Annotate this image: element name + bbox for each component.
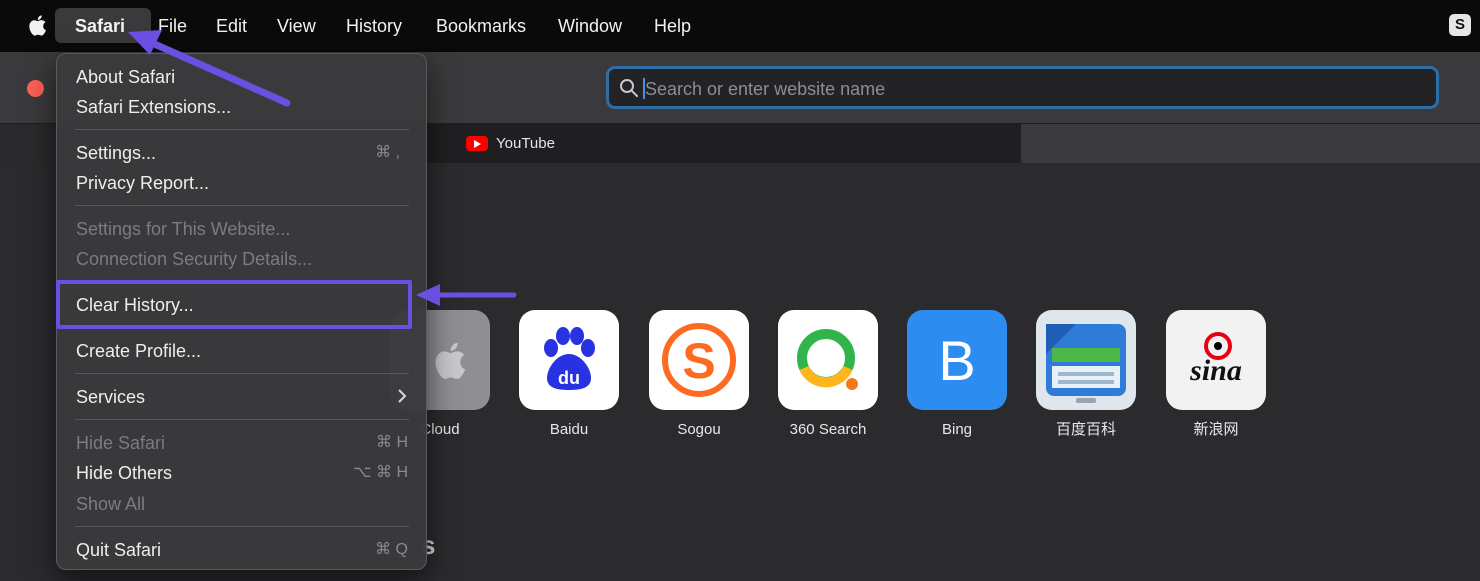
menu-item-safari-extensions[interactable]: Safari Extensions... xyxy=(76,96,231,118)
status-s-icon[interactable]: S xyxy=(1449,14,1471,36)
menu-help[interactable]: Help xyxy=(654,14,691,38)
menu-separator xyxy=(75,373,409,374)
favorite-baidu-icon[interactable]: du xyxy=(519,310,619,410)
shortcut-quit-safari: ⌘ Q xyxy=(375,541,408,558)
safari-window: Safari File Edit View History Bookmarks … xyxy=(0,0,1480,581)
svg-text:du: du xyxy=(558,368,580,388)
favorite-label: Sogou xyxy=(677,421,721,438)
menu-separator xyxy=(75,526,409,527)
favorite-label: 百度百科 xyxy=(1055,421,1116,438)
menu-item-settings[interactable]: Settings... xyxy=(76,142,156,164)
chevron-right-icon xyxy=(398,389,407,403)
menu-item-privacy-report[interactable]: Privacy Report... xyxy=(76,172,209,194)
address-bar[interactable]: Search or enter website name xyxy=(606,66,1439,109)
favorite-label: 新浪网 xyxy=(1193,421,1239,438)
menu-safari[interactable]: Safari xyxy=(75,14,125,38)
tab-youtube-label: YouTube xyxy=(496,135,555,152)
favorite-label: Bing xyxy=(941,421,973,438)
apple-logo-icon[interactable] xyxy=(24,11,52,39)
tab-bar-empty-area[interactable] xyxy=(1021,124,1480,163)
menu-item-services[interactable]: Services xyxy=(76,386,145,408)
menu-separator xyxy=(75,205,409,206)
menu-item-quit-safari[interactable]: Quit Safari xyxy=(76,539,161,561)
youtube-icon xyxy=(466,136,488,151)
shortcut-settings: ⌘ , xyxy=(375,144,400,161)
menu-separator xyxy=(75,419,409,420)
menu-file[interactable]: File xyxy=(158,14,187,38)
menu-bar: Safari File Edit View History Bookmarks … xyxy=(0,0,1480,52)
favorite-sina-icon[interactable]: sina xyxy=(1166,310,1266,410)
menu-item-show-all: Show All xyxy=(76,494,146,514)
favorite-label: Baidu xyxy=(549,421,589,438)
close-window-button[interactable] xyxy=(27,80,44,97)
menu-window[interactable]: Window xyxy=(558,14,622,38)
shortcut-hide-safari: ⌘ H xyxy=(376,434,408,451)
favorite-360-search-icon[interactable] xyxy=(778,310,878,410)
menu-bookmarks[interactable]: Bookmarks xyxy=(436,14,526,38)
menu-history[interactable]: History xyxy=(346,14,402,38)
shortcut-hide-others: ⌥ ⌘ H xyxy=(353,464,408,481)
favorite-baidu-baike-icon[interactable] xyxy=(1036,310,1136,410)
menu-item-hide-safari: Hide Safari xyxy=(76,433,166,453)
menu-item-hide-others[interactable]: Hide Others xyxy=(76,462,172,484)
menu-item-settings-for-website: Settings for This Website... xyxy=(76,219,291,239)
menu-separator xyxy=(75,129,409,130)
search-icon xyxy=(620,79,638,97)
favorite-label: 360 Search xyxy=(789,421,867,438)
svg-text:sina: sina xyxy=(1189,354,1242,387)
menu-view[interactable]: View xyxy=(277,14,316,38)
svg-text:B: B xyxy=(938,329,975,392)
favorite-sogou-icon[interactable]: S xyxy=(649,310,749,410)
menu-item-about-safari[interactable]: About Safari xyxy=(76,66,175,88)
menu-item-connection-security: Connection Security Details... xyxy=(76,249,313,269)
favorite-bing-icon[interactable]: B xyxy=(907,310,1007,410)
search-placeholder: Search or enter website name xyxy=(645,79,886,99)
svg-text:S: S xyxy=(682,333,715,389)
clear-history-highlight xyxy=(56,280,412,329)
menu-item-create-profile[interactable]: Create Profile... xyxy=(76,340,201,362)
menu-edit[interactable]: Edit xyxy=(216,14,247,38)
